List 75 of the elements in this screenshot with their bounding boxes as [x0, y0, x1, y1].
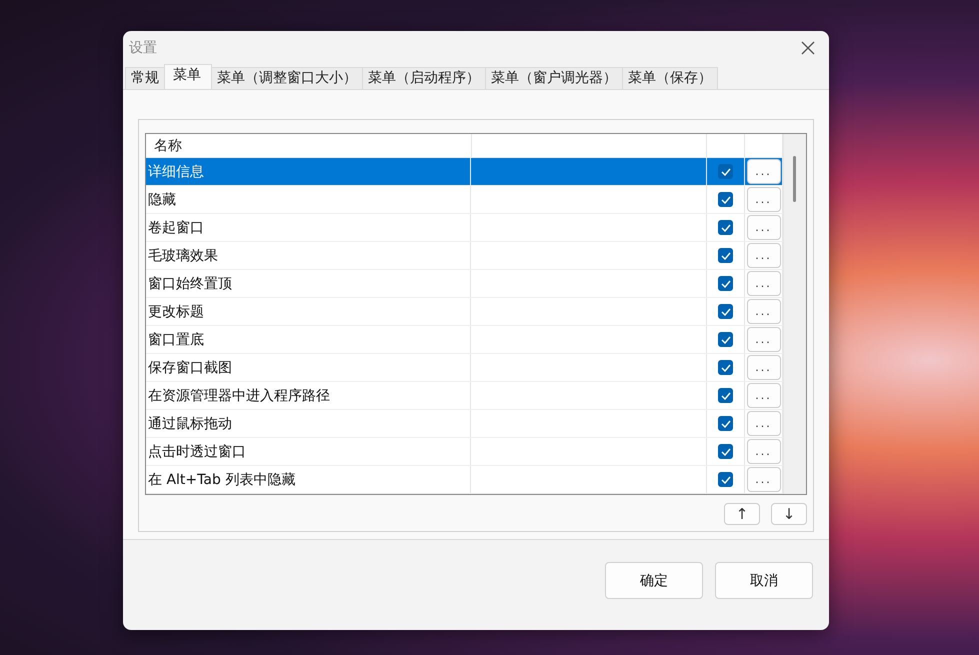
- checkmark-icon: [720, 280, 731, 288]
- table-row[interactable]: 更改标题 ...: [146, 298, 783, 326]
- checkbox[interactable]: [718, 164, 734, 179]
- move-button[interactable]: ↓: [771, 503, 807, 525]
- table-row[interactable]: 点击时透过窗口 ...: [146, 438, 783, 466]
- more-button[interactable]: ...: [746, 439, 781, 464]
- tab[interactable]: 菜单: [164, 64, 212, 89]
- scrollbar[interactable]: [783, 134, 806, 494]
- checkbox[interactable]: [718, 472, 734, 487]
- dialog-button[interactable]: 确定: [605, 562, 703, 599]
- checkbox[interactable]: [718, 416, 734, 431]
- table-row[interactable]: 保存窗口截图 ...: [146, 354, 783, 382]
- checkbox[interactable]: [718, 332, 734, 347]
- checkmark-icon: [720, 420, 731, 428]
- more-button[interactable]: ...: [746, 215, 781, 240]
- tab[interactable]: 菜单（保存）: [622, 67, 718, 89]
- checkmark-icon: [720, 336, 731, 344]
- checkmark-icon: [720, 476, 731, 484]
- checkmark-icon: [720, 224, 731, 232]
- checkmark-icon: [720, 196, 731, 204]
- tab[interactable]: 常规: [125, 67, 165, 89]
- more-button[interactable]: ...: [746, 355, 781, 380]
- checkbox[interactable]: [718, 192, 734, 207]
- row-name: 保存窗口截图: [148, 358, 232, 376]
- row-name: 更改标题: [148, 302, 204, 320]
- table-row[interactable]: 卷起窗口 ...: [146, 214, 783, 242]
- checkbox[interactable]: [718, 276, 734, 291]
- row-name: 窗口始终置顶: [148, 274, 232, 292]
- checkmark-icon: [720, 392, 731, 400]
- table-row[interactable]: 窗口置底 ...: [146, 326, 783, 354]
- table-row[interactable]: 毛玻璃效果 ...: [146, 242, 783, 270]
- checkbox[interactable]: [718, 444, 734, 459]
- tab[interactable]: 菜单（启动程序）: [362, 67, 486, 89]
- row-name: 在资源管理器中进入程序路径: [148, 386, 330, 404]
- more-button[interactable]: ...: [746, 411, 781, 436]
- row-name: 卷起窗口: [148, 218, 204, 236]
- dialog-button[interactable]: 取消: [715, 562, 813, 599]
- tab[interactable]: 菜单（窗户调光器）: [485, 67, 623, 89]
- checkbox[interactable]: [718, 248, 734, 263]
- more-button[interactable]: ...: [746, 159, 781, 184]
- table-row[interactable]: 窗口始终置顶 ...: [146, 270, 783, 298]
- table-row[interactable]: 在资源管理器中进入程序路径 ...: [146, 382, 783, 410]
- table-row[interactable]: 通过鼠标拖动 ...: [146, 410, 783, 438]
- checkmark-icon: [720, 168, 731, 176]
- checkmark-icon: [720, 252, 731, 260]
- checkmark-icon: [720, 308, 731, 316]
- column-header[interactable]: 名称: [146, 134, 472, 157]
- more-button[interactable]: ...: [746, 271, 781, 296]
- table-row[interactable]: 隐藏 ...: [146, 186, 783, 214]
- move-button[interactable]: ↑: [724, 503, 760, 525]
- row-name: 隐藏: [148, 190, 176, 208]
- checkmark-icon: [720, 364, 731, 372]
- more-button[interactable]: ...: [746, 243, 781, 268]
- checkbox[interactable]: [718, 388, 734, 403]
- row-name: 点击时透过窗口: [148, 442, 246, 460]
- checkbox[interactable]: [718, 220, 734, 235]
- more-button[interactable]: ...: [746, 187, 781, 212]
- more-button[interactable]: ...: [746, 467, 781, 492]
- checkmark-icon: [720, 448, 731, 456]
- window-title: 设置: [129, 39, 157, 57]
- tab[interactable]: 菜单（调整窗口大小）: [211, 67, 363, 89]
- table-row[interactable]: 在 Alt+Tab 列表中隐藏 ...: [146, 466, 783, 494]
- row-name: 毛玻璃效果: [148, 246, 218, 264]
- more-button[interactable]: ...: [746, 327, 781, 352]
- row-name: 在 Alt+Tab 列表中隐藏: [148, 470, 296, 488]
- table-row[interactable]: 详细信息 ...: [146, 158, 783, 186]
- more-button[interactable]: ...: [746, 383, 781, 408]
- checkbox[interactable]: [718, 360, 734, 375]
- row-name: 详细信息: [148, 162, 204, 180]
- more-button[interactable]: ...: [746, 299, 781, 324]
- row-name: 窗口置底: [148, 330, 204, 348]
- scrollbar-thumb[interactable]: [793, 156, 796, 202]
- close-icon[interactable]: [801, 41, 815, 55]
- checkbox[interactable]: [718, 304, 734, 319]
- row-name: 通过鼠标拖动: [148, 414, 232, 432]
